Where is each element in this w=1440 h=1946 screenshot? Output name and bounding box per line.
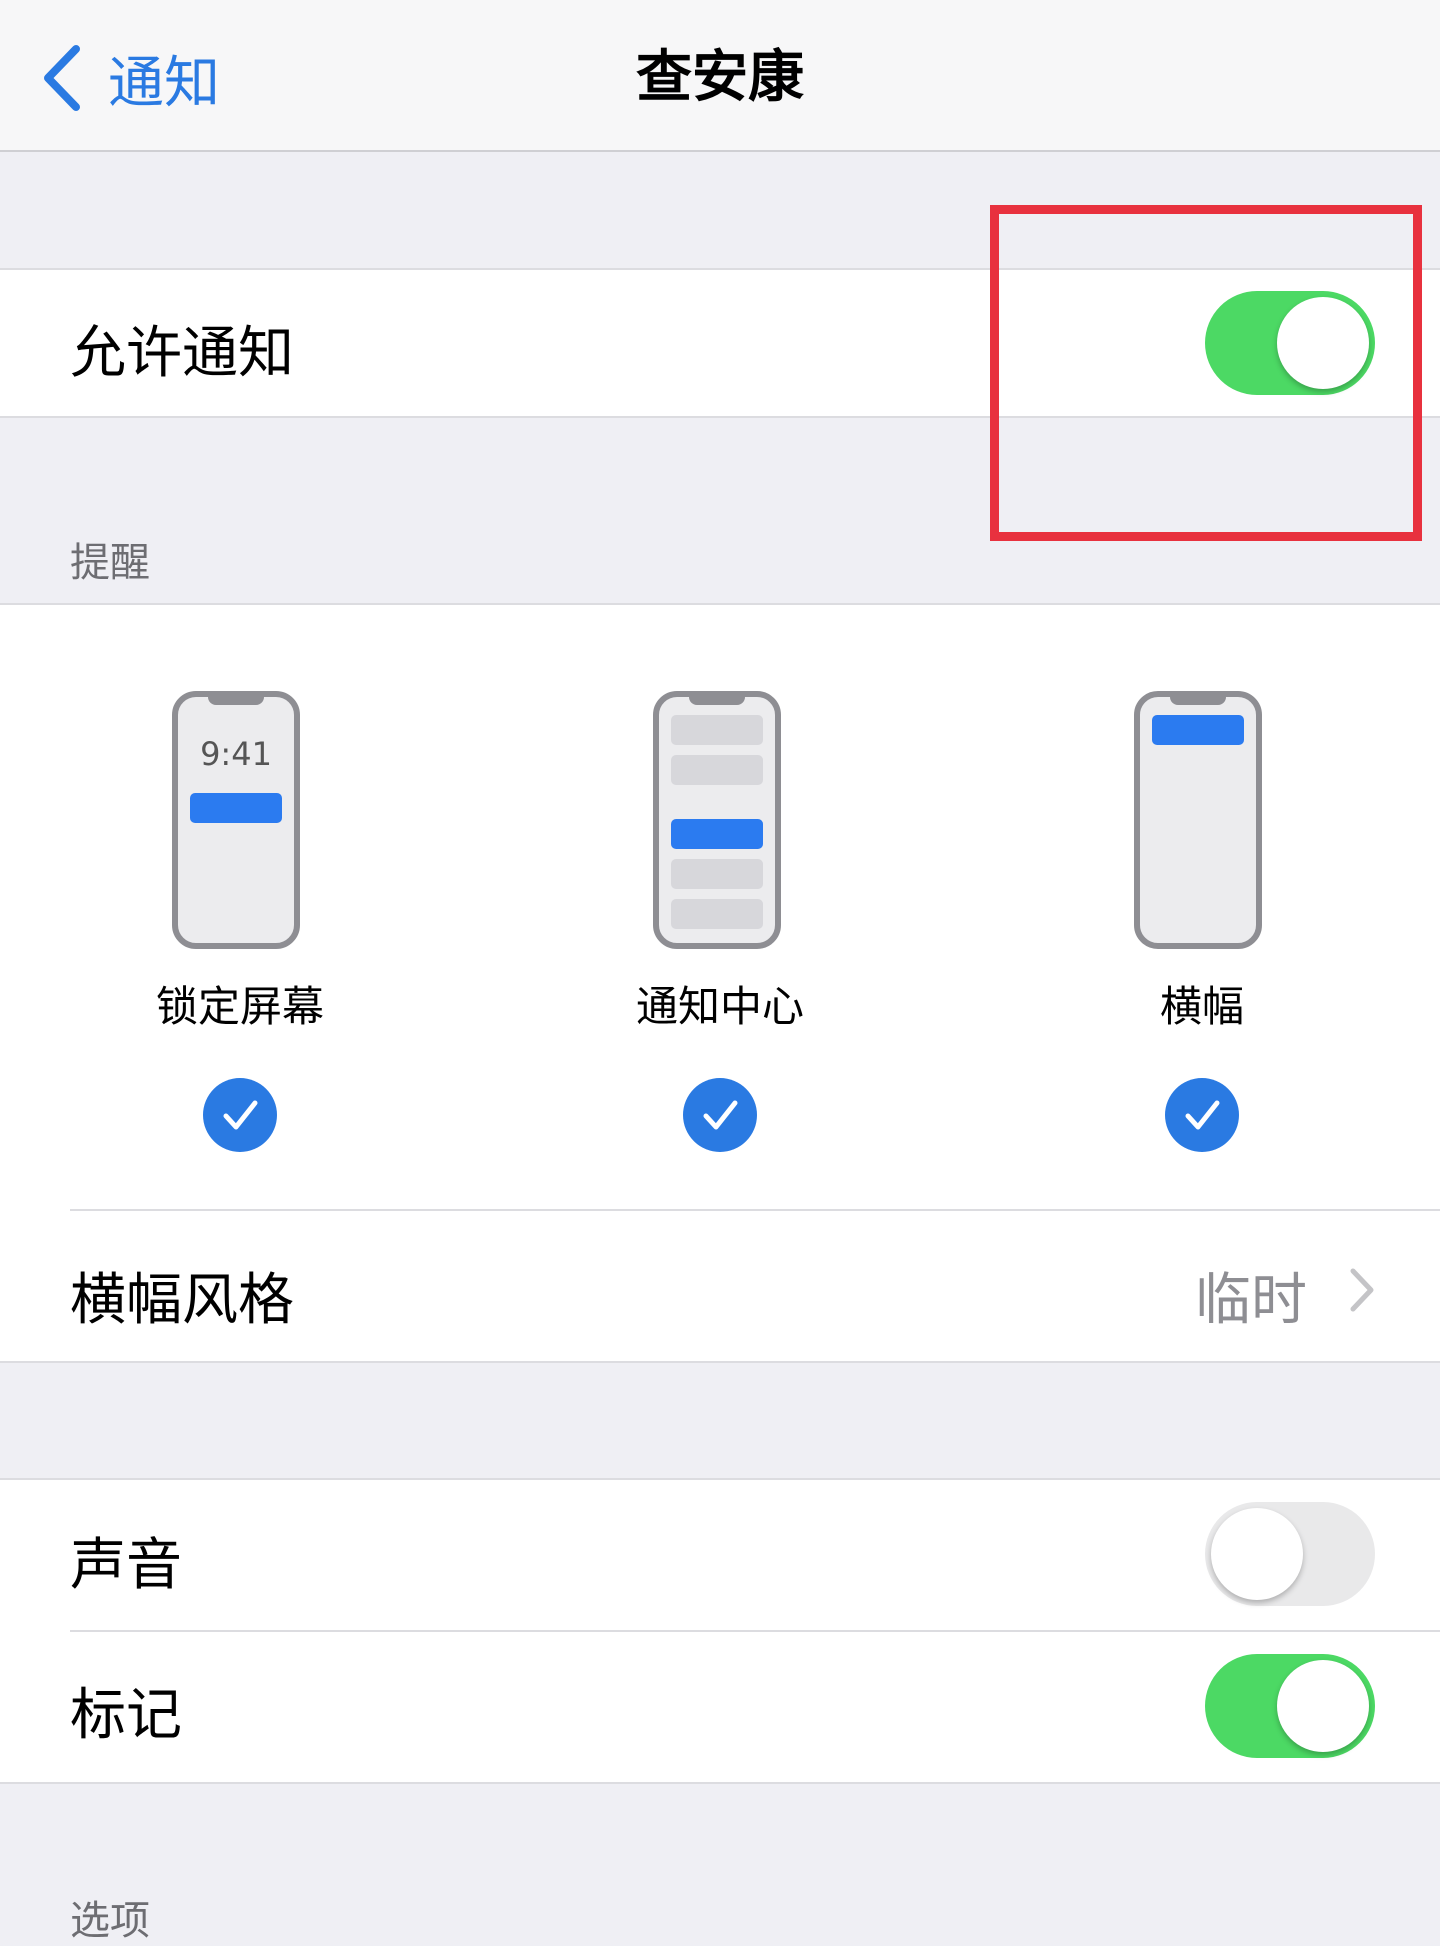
badges-toggle[interactable]	[1205, 1654, 1375, 1758]
notification-bar	[671, 755, 763, 785]
banner-checkmark[interactable]	[1165, 1078, 1239, 1152]
notification-bar	[671, 715, 763, 745]
notification-center-phone-icon[interactable]	[653, 691, 781, 949]
notification-bar	[671, 819, 763, 849]
badges-label: 标记	[70, 1683, 182, 1748]
phone-notch	[1170, 695, 1226, 705]
checkmark-icon	[1185, 1100, 1220, 1130]
notification-center-label: 通知中心	[635, 982, 804, 1031]
toggle-knob	[1277, 1660, 1369, 1752]
lock-screen-clock: 9:41	[200, 735, 272, 773]
phone-notch	[208, 695, 264, 705]
notification-bar	[671, 859, 763, 889]
toggle-knob	[1211, 1508, 1303, 1600]
divider	[70, 1209, 1440, 1211]
sound-label: 声音	[70, 1533, 182, 1598]
banner-phone-icon[interactable]	[1134, 691, 1262, 949]
sound-badges-group: 声音 标记	[0, 1478, 1440, 1784]
allow-notifications-label: 允许通知	[70, 321, 294, 386]
notification-bar	[1152, 715, 1244, 745]
banner-label: 横幅	[1159, 982, 1244, 1031]
alerts-group: 9:41 锁定屏幕 通知中心 横幅 横幅风格 临时	[0, 603, 1440, 1363]
banner-style-label: 横幅风格	[70, 1268, 294, 1333]
checkmark-icon	[223, 1100, 258, 1130]
banner-style-value: 临时	[1195, 1268, 1307, 1333]
lock-screen-phone-icon[interactable]: 9:41	[172, 691, 300, 949]
highlight-box	[990, 205, 1422, 541]
options-section-header: 选项	[70, 1898, 150, 1944]
lock-screen-checkmark[interactable]	[203, 1078, 277, 1152]
phone-notch	[689, 695, 745, 705]
sound-toggle[interactable]	[1205, 1502, 1375, 1606]
notification-bar	[190, 793, 282, 823]
page-title: 查安康	[636, 45, 804, 110]
alerts-section-header: 提醒	[70, 540, 150, 586]
checkmark-icon	[703, 1100, 738, 1130]
chevron-right-icon	[1350, 1268, 1374, 1312]
notification-center-checkmark[interactable]	[683, 1078, 757, 1152]
lock-screen-label: 锁定屏幕	[155, 982, 324, 1031]
notification-bar	[671, 899, 763, 929]
divider	[70, 1630, 1440, 1632]
